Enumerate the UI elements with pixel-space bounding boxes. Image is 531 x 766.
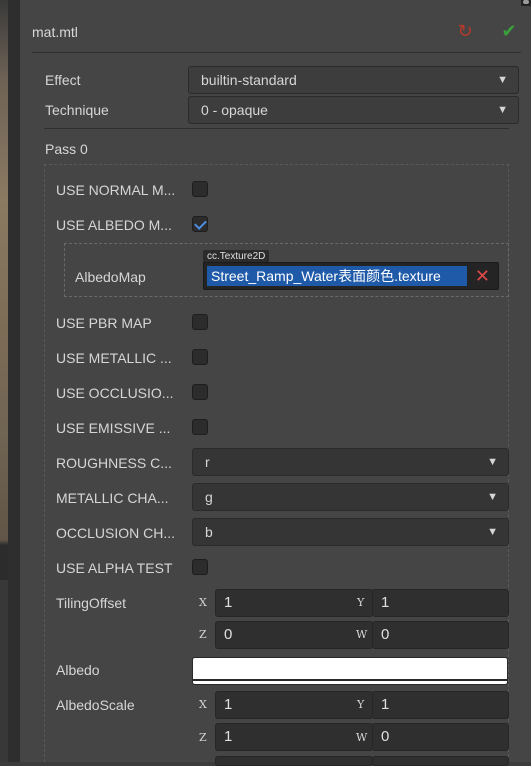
- inspector-panel: mat.mtl ↻ ✔ Effect builtin-standard ▼ Te…: [20, 0, 531, 766]
- header-divider: [32, 52, 521, 53]
- use-albedo-map-checkbox[interactable]: [192, 216, 208, 232]
- refresh-icon[interactable]: ↻: [456, 22, 474, 40]
- close-icon[interactable]: ✕: [475, 265, 490, 287]
- chevron-down-icon: ▼: [487, 526, 498, 538]
- next-field-input[interactable]: [372, 756, 509, 766]
- metallic-channel-select[interactable]: g ▼: [192, 483, 509, 511]
- effect-select[interactable]: builtin-standard ▼: [188, 66, 519, 94]
- axis-label-w: W: [356, 731, 368, 744]
- albedo-label: Albedo: [56, 662, 100, 678]
- option-label: USE NORMAL M...: [56, 182, 176, 198]
- tiling-offset-x-input[interactable]: 1: [215, 589, 373, 617]
- albedo-scale-label: AlbedoScale: [56, 697, 135, 713]
- use-emissive-checkbox[interactable]: [192, 419, 208, 435]
- option-label: USE METALLIC ...: [56, 350, 172, 366]
- use-alpha-test-checkbox[interactable]: [192, 559, 208, 575]
- albedo-map-label: AlbedoMap: [75, 269, 146, 285]
- tiling-offset-label: TilingOffset: [56, 595, 127, 611]
- axis-label-w: W: [356, 628, 368, 641]
- technique-select[interactable]: 0 - opaque ▼: [188, 96, 519, 124]
- channel-value: g: [205, 489, 213, 505]
- option-label: USE ALBEDO M...: [56, 217, 172, 233]
- albedo-scale-x-input[interactable]: 1: [215, 691, 373, 719]
- alpha-bar: [193, 679, 507, 681]
- channel-value: b: [205, 524, 213, 540]
- asset-name: Street_Ramp_Water表面颜色.texture: [207, 266, 467, 286]
- viewport-edge: [0, 0, 8, 762]
- use-metallic-checkbox[interactable]: [192, 349, 208, 365]
- tiling-offset-y-input[interactable]: 1: [372, 589, 509, 617]
- panel-border: [8, 0, 20, 762]
- channel-label: ROUGHNESS C...: [56, 455, 172, 471]
- chevron-down-icon: ▼: [487, 491, 498, 503]
- axis-label-x: X: [199, 596, 207, 609]
- scrollbar[interactable]: [521, 0, 531, 6]
- occlusion-channel-select[interactable]: b ▼: [192, 518, 509, 546]
- axis-label-z: Z: [199, 628, 207, 641]
- asset-title: mat.mtl: [32, 24, 78, 40]
- use-normal-map-checkbox[interactable]: [192, 181, 208, 197]
- technique-value: 0 - opaque: [201, 102, 268, 118]
- inspector-header: mat.mtl ↻ ✔: [20, 16, 531, 52]
- axis-label-y: Y: [357, 698, 365, 711]
- next-field-input[interactable]: [215, 756, 373, 766]
- check-icon[interactable]: ✔: [500, 22, 518, 40]
- use-pbr-map-checkbox[interactable]: [192, 314, 208, 330]
- axis-label-y: Y: [357, 596, 365, 609]
- roughness-channel-select[interactable]: r ▼: [192, 448, 509, 476]
- scrollbar-thumb[interactable]: [523, 0, 529, 4]
- tiling-offset-z-input[interactable]: 0: [215, 621, 373, 649]
- albedo-scale-y-input[interactable]: 1: [372, 691, 509, 719]
- chevron-down-icon: ▼: [497, 104, 508, 116]
- use-occlusion-checkbox[interactable]: [192, 384, 208, 400]
- option-label: USE ALPHA TEST: [56, 560, 173, 576]
- option-label: USE EMISSIVE ...: [56, 420, 171, 436]
- axis-label-x: X: [199, 698, 207, 711]
- albedo-map-asset-field[interactable]: Street_Ramp_Water表面颜色.texture ✕: [203, 262, 499, 290]
- effect-value: builtin-standard: [201, 72, 297, 88]
- channel-label: OCCLUSION CH...: [56, 525, 176, 541]
- channel-label: METALLIC CHA...: [56, 490, 169, 506]
- option-label: USE OCCLUSIO...: [56, 385, 174, 401]
- option-label: USE PBR MAP: [56, 315, 152, 331]
- chevron-down-icon: ▼: [497, 74, 508, 86]
- albedo-scale-w-input[interactable]: 0: [372, 723, 509, 751]
- tiling-offset-w-input[interactable]: 0: [372, 621, 509, 649]
- section-divider: [44, 128, 509, 129]
- effect-label: Effect: [45, 72, 81, 88]
- chevron-down-icon: ▼: [487, 456, 498, 468]
- axis-label-z: Z: [199, 731, 207, 744]
- pass-label: Pass 0: [45, 141, 88, 157]
- channel-value: r: [205, 454, 210, 470]
- albedo-scale-z-input[interactable]: 1: [215, 723, 373, 751]
- albedo-color-picker[interactable]: [192, 657, 508, 685]
- technique-label: Technique: [45, 102, 109, 118]
